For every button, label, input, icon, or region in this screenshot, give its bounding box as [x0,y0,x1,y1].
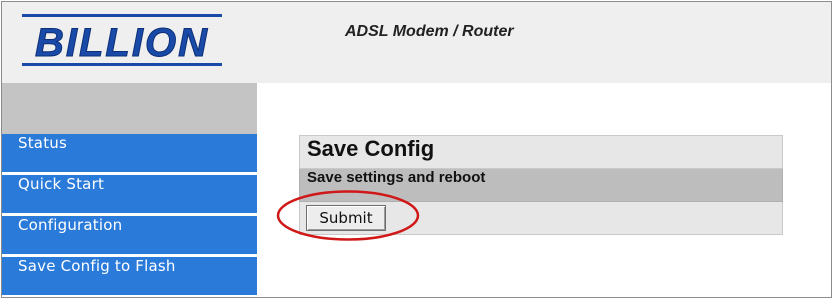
panel-title: Save Config [299,135,783,169]
billion-logo: BILLION [22,14,222,66]
svg-text:BILLION: BILLION [35,21,209,65]
router-admin-page: BILLION ADSL Modem / Router Status Quick… [1,1,832,298]
sidebar-item-status[interactable]: Status [2,134,257,172]
sidebar-item-quick-start[interactable]: Quick Start [2,175,257,213]
main-content: Save Config Save settings and reboot Sub… [257,83,831,297]
header: BILLION ADSL Modem / Router [2,2,831,83]
panel-actions-row: Submit [299,202,783,235]
sidebar-menu: Status Quick Start Configuration Save Co… [2,134,257,297]
sidebar-item-save-config-to-flash[interactable]: Save Config to Flash [2,257,257,295]
device-title: ADSL Modem / Router [345,23,514,40]
save-config-panel: Save Config Save settings and reboot Sub… [299,135,783,235]
panel-subtitle: Save settings and reboot [299,169,783,202]
submit-button[interactable]: Submit [306,205,386,231]
sidebar-header-spacer [2,83,257,134]
sidebar-item-configuration[interactable]: Configuration [2,216,257,254]
